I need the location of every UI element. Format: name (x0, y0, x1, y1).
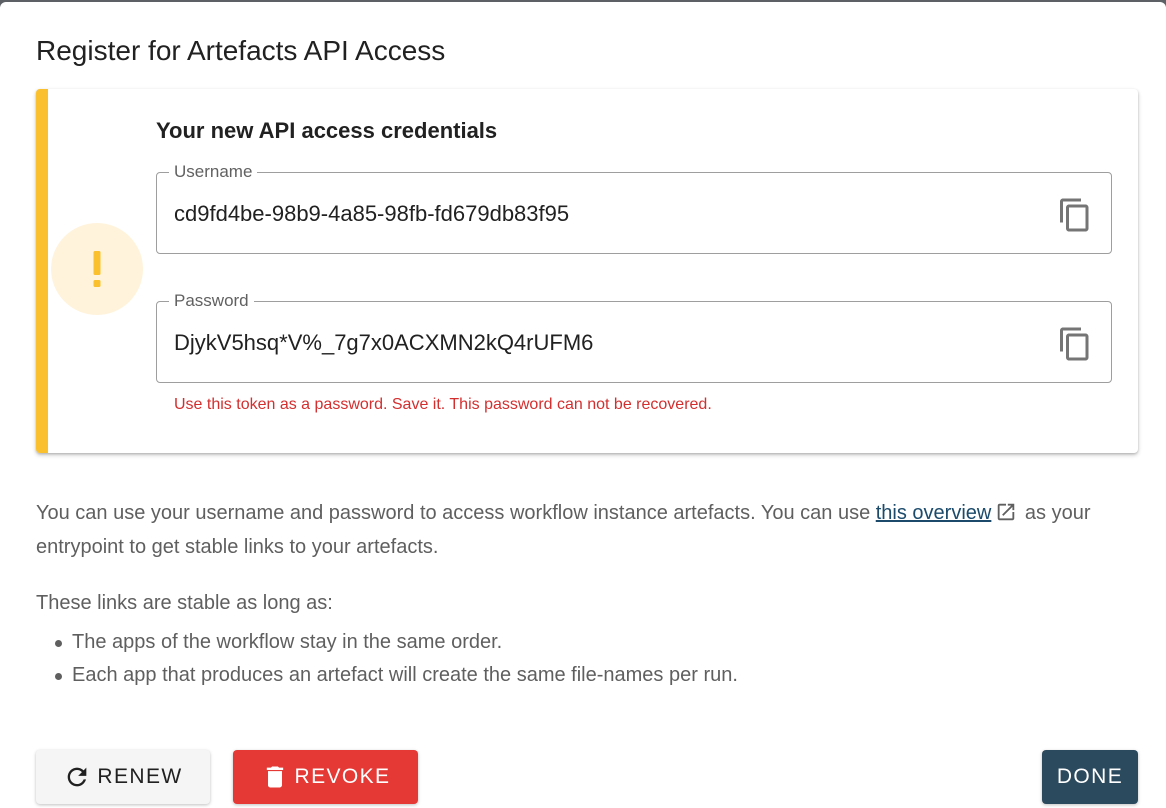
password-field: Password (156, 291, 1112, 383)
refresh-icon (68, 767, 87, 787)
stability-list: The apps of the workflow stay in the sam… (36, 626, 738, 692)
copy-icon (1060, 327, 1089, 361)
username-input[interactable] (174, 200, 1041, 228)
info-text-start: You can use your username and password t… (36, 502, 876, 524)
dialog-title: Register for Artefacts API Access (36, 35, 446, 66)
info-paragraph: You can use your username and password t… (36, 496, 1126, 564)
revoke-button[interactable]: REVOKE (233, 750, 418, 804)
username-field: Username (156, 162, 1112, 254)
renew-label: RENEW (97, 765, 183, 788)
stability-intro: These links are stable as long as: (36, 592, 333, 614)
copy-password-button[interactable] (1057, 326, 1093, 362)
register-dialog: Register for Artefacts API Access Your n… (0, 2, 1166, 808)
alert-heading: Your new API access credentials (156, 118, 498, 143)
done-button[interactable]: DONE (1042, 750, 1138, 804)
password-hint: Use this token as a password. Save it. T… (174, 396, 712, 413)
copy-icon (1060, 198, 1089, 232)
revoke-label: REVOKE (294, 765, 391, 788)
username-label: Username (169, 162, 258, 182)
done-label: DONE (1056, 765, 1124, 788)
renew-button[interactable]: RENEW (36, 750, 210, 804)
exclamation-icon (51, 223, 143, 315)
list-item: Each app that produces an artefact will … (36, 659, 738, 692)
password-label: Password (169, 291, 254, 311)
external-link-icon (998, 503, 1015, 521)
copy-username-button[interactable] (1057, 197, 1093, 233)
list-item: The apps of the workflow stay in the sam… (36, 626, 738, 659)
credentials-alert: Your new API access credentials Username… (36, 89, 1138, 453)
trash-icon (266, 766, 283, 788)
password-input[interactable] (174, 329, 1041, 357)
alert-accent-bar (36, 89, 48, 453)
overview-link-label: this overview (875, 502, 992, 524)
overview-link[interactable]: this overview (876, 502, 1020, 524)
